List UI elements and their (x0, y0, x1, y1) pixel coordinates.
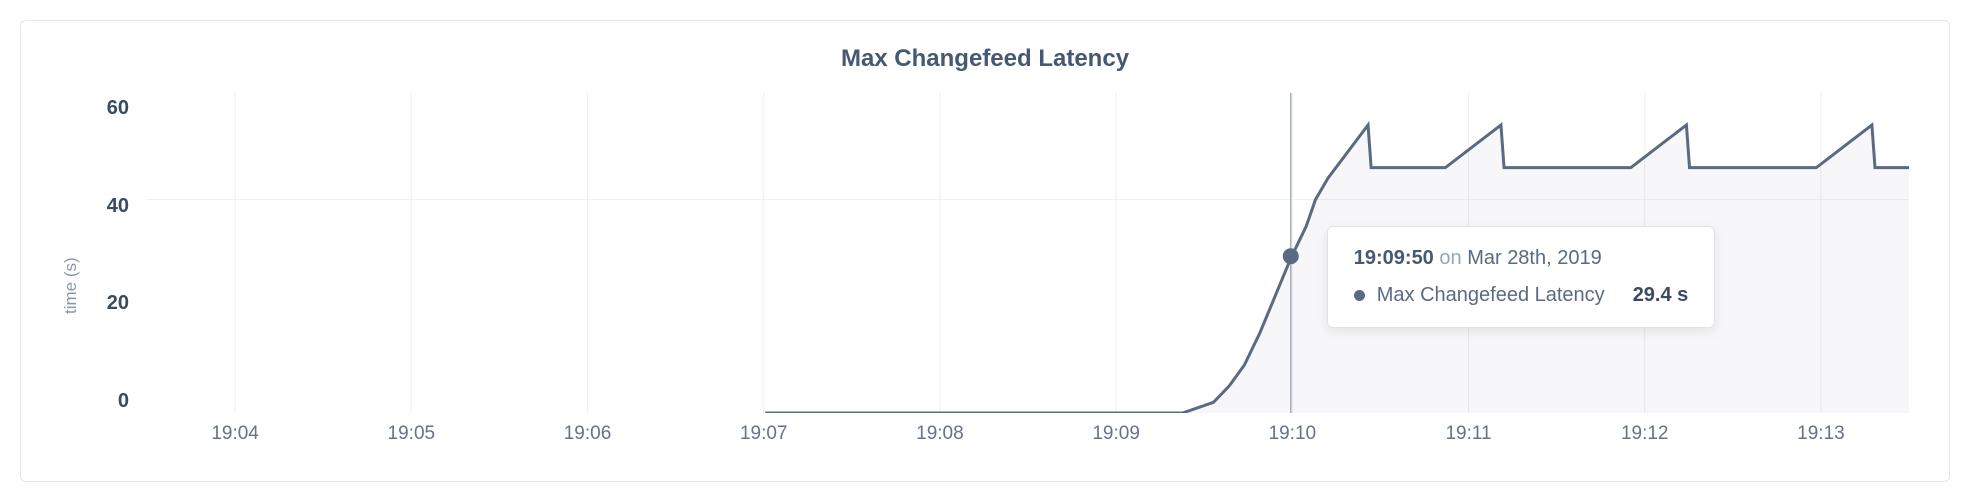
y-tick: 20 (91, 292, 129, 315)
x-tick: 19:10 (1204, 423, 1380, 445)
x-tick: 19:05 (323, 423, 499, 445)
x-tick: 19:06 (499, 423, 675, 445)
x-tick: 19:07 (676, 423, 852, 445)
y-tick: 60 (91, 97, 129, 120)
x-tick: 19:12 (1557, 423, 1733, 445)
chart-title: Max Changefeed Latency (61, 45, 1909, 73)
x-tick: 19:08 (852, 423, 1028, 445)
y-axis: 60 40 20 0 (91, 93, 129, 449)
y-axis-label: time (s) (61, 93, 81, 449)
chart-svg (147, 93, 1909, 413)
chart-body: time (s) 60 40 20 0 19:04 19:05 19:06 19… (61, 93, 1909, 449)
y-tick: 0 (91, 390, 129, 413)
plot-area[interactable]: 19:04 19:05 19:06 19:07 19:08 19:09 19:1… (147, 93, 1909, 449)
x-tick: 19:11 (1380, 423, 1556, 445)
chart-panel: Max Changefeed Latency time (s) 60 40 20… (20, 20, 1950, 482)
x-axis: 19:04 19:05 19:06 19:07 19:08 19:09 19:1… (147, 423, 1909, 445)
x-tick: 19:09 (1028, 423, 1204, 445)
y-tick: 40 (91, 195, 129, 218)
x-tick: 19:13 (1733, 423, 1909, 445)
x-tick: 19:04 (147, 423, 323, 445)
